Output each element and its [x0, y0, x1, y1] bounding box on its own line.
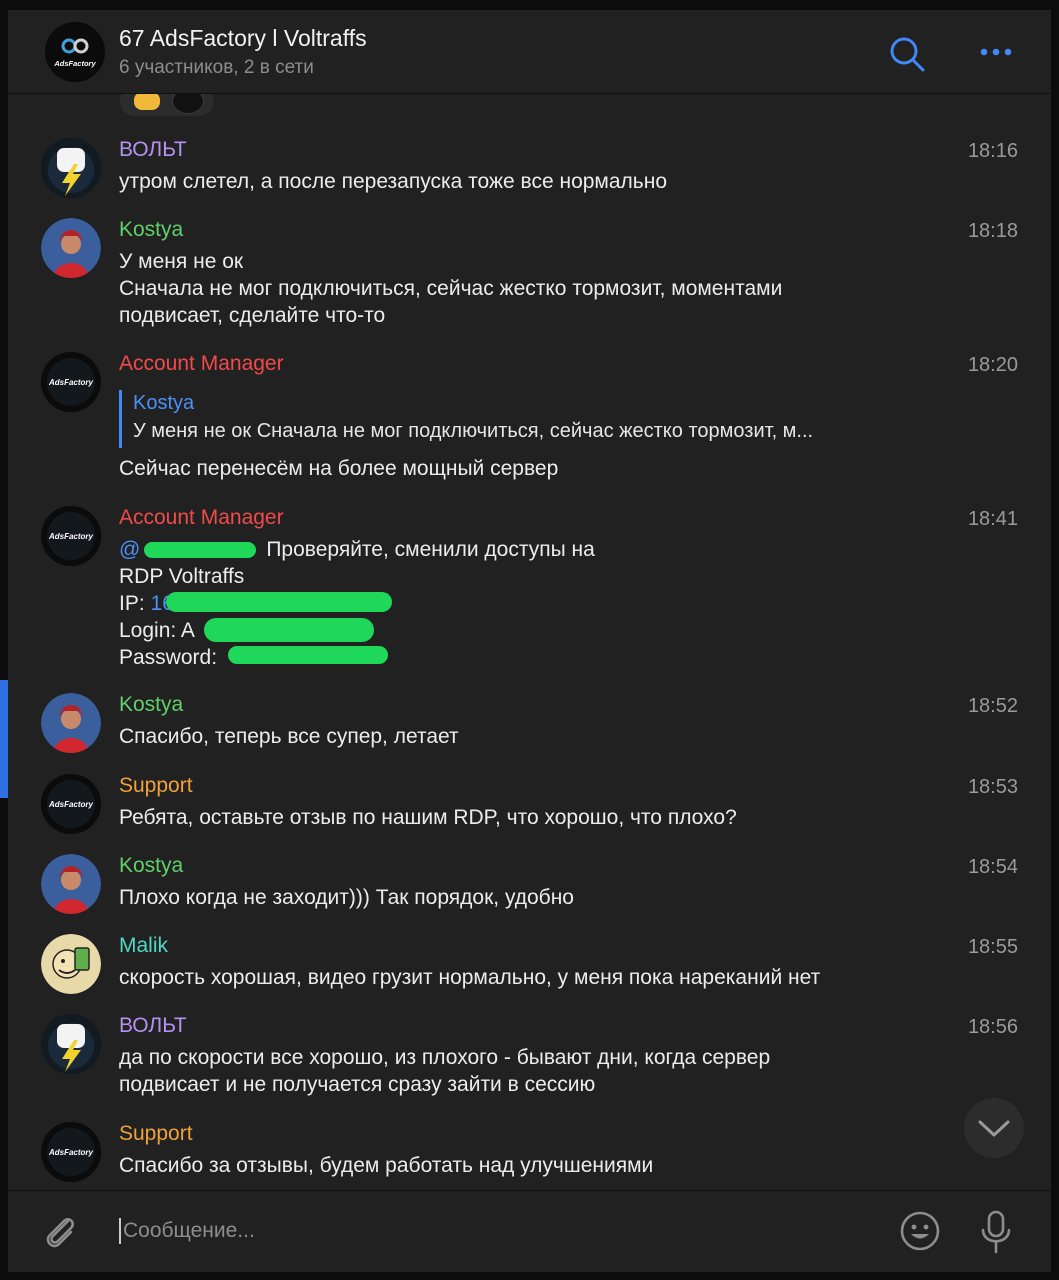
message-time: 18:41: [967, 508, 1018, 530]
adsfactory-logo-icon: AdsFactory: [41, 352, 101, 412]
reactions-strip[interactable]: [120, 94, 214, 116]
reply-quote[interactable]: Kostya У меня не ок Сначала не мог подкл…: [119, 390, 933, 448]
message-list[interactable]: ВОЛЬТ 18:16 утром слетел, а после переза…: [8, 94, 1051, 1190]
message-time: 18:18: [967, 220, 1018, 242]
adsfactory-logo-icon: AdsFactory: [45, 22, 105, 82]
avatar-adsfactory[interactable]: AdsFactory: [41, 506, 101, 566]
adsfactory-logo-icon: AdsFactory: [41, 774, 101, 834]
sender-name[interactable]: ВОЛЬТ: [119, 138, 187, 162]
message-composer: Сообщение...: [8, 1190, 1051, 1272]
message-time: 18:55: [967, 936, 1018, 958]
kostya-photo-icon: [41, 218, 101, 278]
sender-name[interactable]: Kostya: [119, 854, 183, 878]
message-text: Спасибо, теперь все супер, летает: [119, 725, 459, 748]
sender-name[interactable]: Account Manager: [119, 506, 284, 530]
chevron-down-icon: [978, 1120, 1010, 1137]
message-time: 18:52: [967, 695, 1018, 717]
message-line: Проверяйте, сменили доступы на: [266, 538, 595, 561]
reaction-avatar: [172, 94, 204, 114]
message-time: 18:56: [967, 1016, 1018, 1038]
sender-name[interactable]: Support: [119, 774, 193, 798]
sender-name[interactable]: Kostya: [119, 693, 183, 717]
avatar-adsfactory[interactable]: AdsFactory: [41, 352, 101, 412]
scroll-down-button[interactable]: [964, 1098, 1024, 1158]
sender-name[interactable]: ВОЛЬТ: [119, 1014, 187, 1038]
emoji-icon[interactable]: [898, 1209, 942, 1253]
chat-window: AdsFactory 67 AdsFactory l Voltraffs 6 у…: [8, 10, 1051, 1272]
message-time: 18:53: [967, 776, 1018, 798]
chat-subtitle: 6 участников, 2 в сети: [119, 57, 314, 78]
adsfactory-logo-icon: AdsFactory: [41, 1122, 101, 1182]
avatar-kostya[interactable]: [41, 218, 101, 278]
message-time: 18:20: [967, 354, 1018, 376]
svg-text:AdsFactory: AdsFactory: [48, 532, 94, 541]
message-text: да по скорости все хорошо, из плохого - …: [119, 1046, 771, 1096]
reaction-thumbs-icon: [134, 94, 160, 110]
sender-name[interactable]: Kostya: [119, 218, 183, 242]
avatar-kostya[interactable]: [41, 693, 101, 753]
svg-text:AdsFactory: AdsFactory: [53, 59, 96, 68]
message-text: утром слетел, а после перезапуска тоже в…: [119, 170, 668, 193]
avatar-malik[interactable]: [41, 934, 101, 994]
sender-name[interactable]: Support: [119, 1122, 193, 1146]
microphone-icon[interactable]: [978, 1209, 1014, 1255]
avatar-volt[interactable]: [41, 138, 101, 198]
redaction-mark: [166, 592, 392, 612]
sender-name[interactable]: Account Manager: [119, 352, 284, 376]
sender-name[interactable]: Malik: [119, 934, 168, 958]
malik-cartoon-icon: [41, 934, 101, 994]
message-time: 18:54: [967, 856, 1018, 878]
chat-title: 67 AdsFactory l Voltraffs: [119, 25, 367, 51]
group-avatar[interactable]: AdsFactory: [45, 22, 105, 82]
avatar-volt[interactable]: [41, 1014, 101, 1074]
redaction-mark: [228, 646, 388, 664]
avatar-adsfactory[interactable]: AdsFactory: [41, 774, 101, 834]
message-time: 18:16: [967, 140, 1018, 162]
message-text: У меня не ок Сначала не мог подключиться…: [119, 250, 783, 327]
window-top-strip: [0, 0, 1059, 10]
paperclip-icon[interactable]: [40, 1211, 80, 1251]
avatar-kostya[interactable]: [41, 854, 101, 914]
svg-text:AdsFactory: AdsFactory: [48, 1148, 94, 1157]
message-input[interactable]: Сообщение...: [119, 1218, 255, 1244]
ip-label: IP:: [119, 592, 151, 615]
message-text: Плохо когда не заходит))) Так порядок, у…: [119, 886, 574, 909]
message-line: RDP Voltraffs: [119, 565, 245, 588]
reply-text: У меня не ок Сначала не мог подключиться…: [133, 420, 814, 442]
volt-fist-icon: [41, 1014, 101, 1074]
message-text: Ребята, оставьте отзыв по нашим RDP, что…: [119, 806, 737, 829]
kostya-photo-icon: [41, 693, 101, 753]
redaction-mark: [204, 618, 374, 642]
svg-text:AdsFactory: AdsFactory: [48, 378, 94, 387]
avatar-adsfactory[interactable]: AdsFactory: [41, 1122, 101, 1182]
volt-fist-icon: [41, 138, 101, 198]
kostya-photo-icon: [41, 854, 101, 914]
redaction-mark: [144, 542, 256, 558]
message-text: Сейчас перенесём на более мощный сервер: [119, 457, 559, 480]
message-text: Спасибо за отзывы, будем работать над ул…: [119, 1154, 654, 1177]
search-icon[interactable]: [887, 34, 927, 74]
mention-link[interactable]: @: [119, 538, 140, 561]
reply-sender: Kostya: [133, 392, 195, 414]
svg-text:AdsFactory: AdsFactory: [48, 800, 94, 809]
adsfactory-logo-icon: AdsFactory: [41, 506, 101, 566]
chat-header: AdsFactory 67 AdsFactory l Voltraffs 6 у…: [8, 10, 1051, 94]
left-accent-bar: [0, 680, 8, 798]
message-text: скорость хорошая, видео грузит нормально…: [119, 966, 821, 989]
more-icon[interactable]: [976, 42, 1016, 62]
